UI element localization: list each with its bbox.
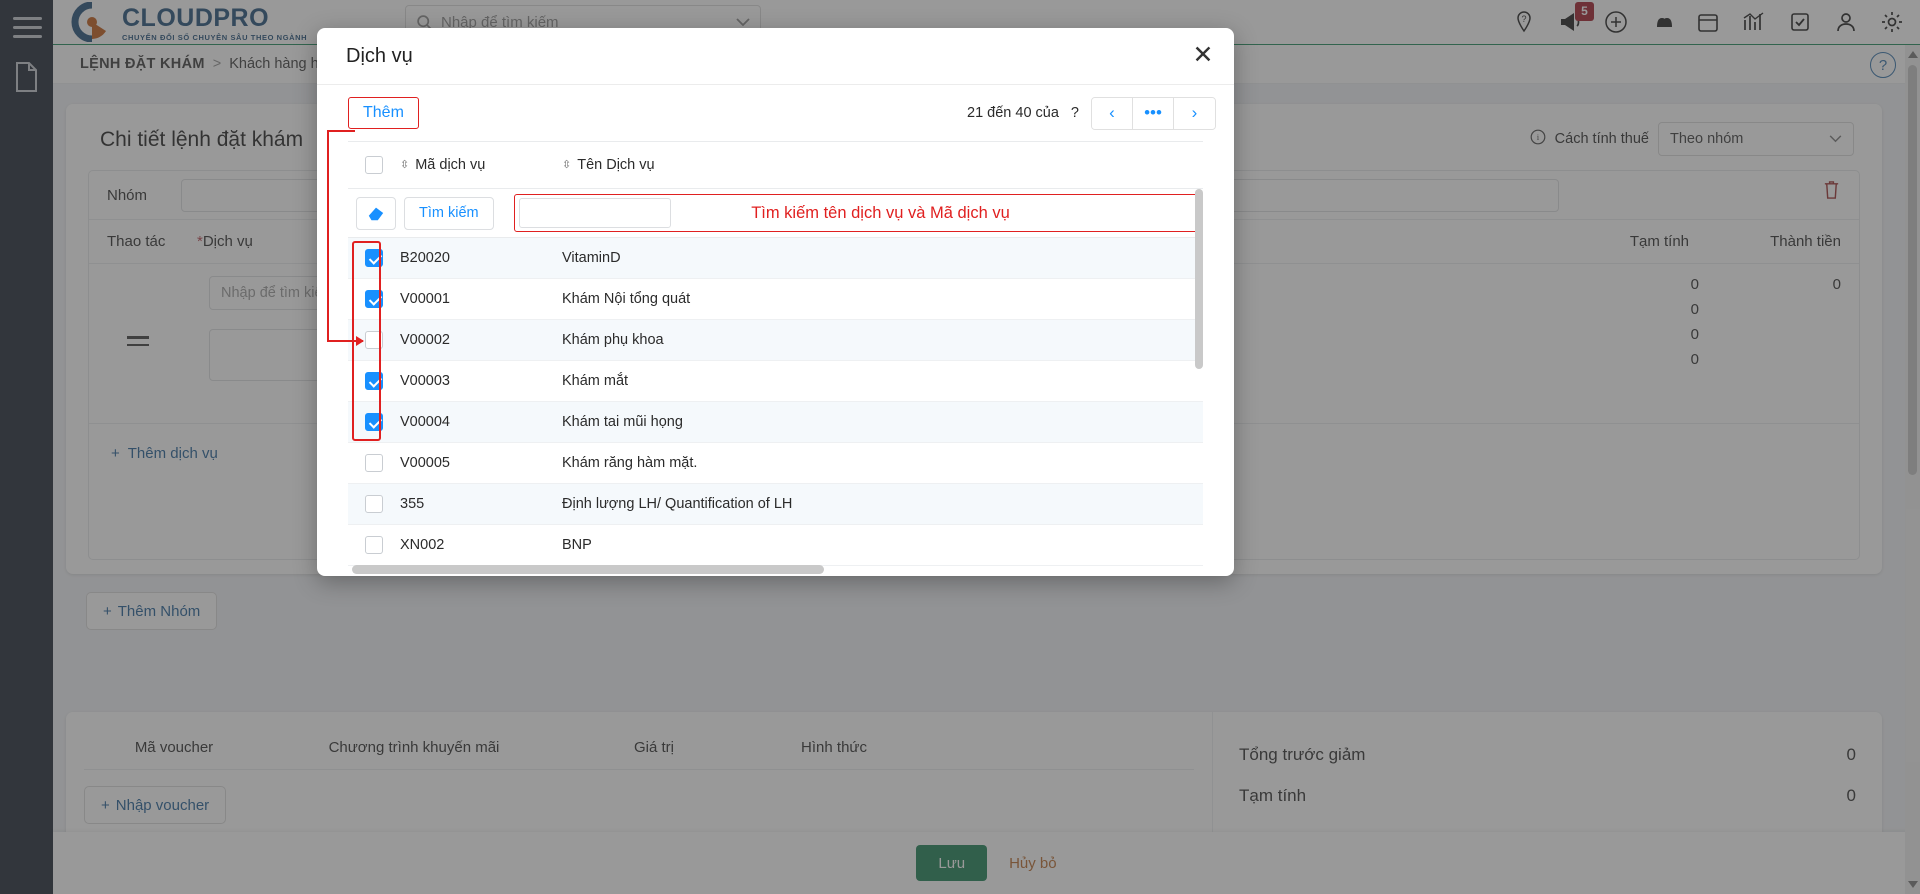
row-checkbox[interactable] bbox=[365, 290, 383, 308]
row-checkbox[interactable] bbox=[365, 536, 383, 554]
row-checkbox[interactable] bbox=[365, 331, 383, 349]
table-row[interactable]: B20020 VitaminD bbox=[348, 238, 1203, 279]
row-checkbox-cell bbox=[348, 454, 400, 472]
modal-header: Dịch vụ ✕ bbox=[317, 28, 1234, 85]
row-code: V00001 bbox=[400, 291, 450, 307]
screen-root: CLOUDPRO CHUYỂN ĐỔI SỐ CHUYÊN SÂU THEO N… bbox=[0, 0, 1920, 894]
row-name: Khám răng hàm mặt. bbox=[562, 455, 698, 471]
row-name: BNP bbox=[562, 537, 592, 553]
grid-rows: B20020 VitaminD V00001 Khám Nội tổng quá… bbox=[348, 238, 1203, 566]
filter-highlight-group: Tìm kiếm tên dịch vụ và Mã dịch vụ bbox=[514, 194, 1203, 232]
table-row[interactable]: V00002 Khám phụ khoa bbox=[348, 320, 1203, 361]
row-code: V00004 bbox=[400, 414, 450, 430]
row-code: 355 bbox=[400, 496, 425, 512]
row-checkbox[interactable] bbox=[365, 413, 383, 431]
more-pages-button[interactable]: ••• bbox=[1133, 97, 1174, 129]
row-checkbox[interactable] bbox=[365, 372, 383, 390]
table-row[interactable]: 355 Định lượng LH/ Quantification of LH bbox=[348, 484, 1203, 525]
pagination-buttons: ‹ ••• › bbox=[1091, 96, 1216, 130]
table-row[interactable]: V00005 Khám răng hàm mặt. bbox=[348, 443, 1203, 484]
select-all-cell bbox=[348, 156, 400, 174]
next-page-button[interactable]: › bbox=[1174, 97, 1215, 129]
eraser-icon[interactable] bbox=[356, 196, 396, 230]
row-checkbox[interactable] bbox=[365, 495, 383, 513]
sort-icon[interactable]: ⇳ bbox=[562, 160, 571, 171]
grid-col-code[interactable]: ⇳ Mã dịch vụ bbox=[400, 157, 562, 173]
table-row[interactable]: V00003 Khám mắt bbox=[348, 361, 1203, 402]
row-checkbox-cell bbox=[348, 495, 400, 513]
row-checkbox-cell bbox=[348, 290, 400, 308]
add-button[interactable]: Thêm bbox=[348, 97, 419, 129]
row-checkbox[interactable] bbox=[365, 454, 383, 472]
row-checkbox-cell bbox=[348, 372, 400, 390]
grid-horizontal-scrollbar[interactable] bbox=[352, 565, 824, 574]
service-picker-modal: Dịch vụ ✕ Thêm 21 đến 40 của ? ‹ ••• › ⇳… bbox=[317, 28, 1234, 576]
row-name: Khám Nội tổng quát bbox=[562, 291, 691, 307]
row-checkbox-cell bbox=[348, 536, 400, 554]
table-row[interactable]: V00001 Khám Nội tổng quát bbox=[348, 279, 1203, 320]
pagination-text: 21 đến 40 của bbox=[967, 105, 1059, 121]
row-name: Định lượng LH/ Quantification of LH bbox=[562, 496, 793, 512]
close-icon[interactable]: ✕ bbox=[1190, 43, 1216, 70]
row-code: XN002 bbox=[400, 537, 445, 553]
service-grid: ⇳ Mã dịch vụ ⇳ Tên Dịch vụ Tìm kiếm Tìm … bbox=[348, 141, 1203, 576]
modal-toolbar: Thêm 21 đến 40 của ? ‹ ••• › bbox=[317, 85, 1234, 141]
grid-col-code-label: Mã dịch vụ bbox=[415, 157, 486, 173]
prev-page-button[interactable]: ‹ bbox=[1092, 97, 1133, 129]
row-code: V00005 bbox=[400, 455, 450, 471]
code-filter-input[interactable] bbox=[519, 198, 671, 228]
modal-title: Dịch vụ bbox=[346, 44, 413, 67]
row-code: V00002 bbox=[400, 332, 450, 348]
row-name: Khám mắt bbox=[562, 373, 629, 389]
table-row[interactable]: V00004 Khám tai mũi họng bbox=[348, 402, 1203, 443]
row-checkbox-cell bbox=[348, 249, 400, 267]
pagination: 21 đến 40 của ? ‹ ••• › bbox=[967, 96, 1216, 130]
row-checkbox-cell bbox=[348, 331, 400, 349]
row-code: V00003 bbox=[400, 373, 450, 389]
grid-header: ⇳ Mã dịch vụ ⇳ Tên Dịch vụ bbox=[348, 142, 1203, 189]
row-name: VitaminD bbox=[562, 250, 621, 266]
row-checkbox[interactable] bbox=[365, 249, 383, 267]
table-row[interactable]: XN002 BNP bbox=[348, 525, 1203, 566]
grid-vertical-scrollbar[interactable] bbox=[1195, 189, 1203, 369]
row-name: Khám phụ khoa bbox=[562, 332, 664, 348]
grid-col-name-label: Tên Dịch vụ bbox=[577, 157, 655, 173]
select-all-checkbox[interactable] bbox=[365, 156, 383, 174]
row-code: B20020 bbox=[400, 250, 450, 266]
search-button[interactable]: Tìm kiếm bbox=[404, 196, 494, 230]
row-name: Khám tai mũi họng bbox=[562, 414, 683, 430]
row-checkbox-cell bbox=[348, 413, 400, 431]
grid-filter-row: Tìm kiếm Tìm kiếm tên dịch vụ và Mã dịch… bbox=[348, 189, 1203, 238]
pagination-total: ? bbox=[1070, 105, 1079, 121]
sort-icon[interactable]: ⇳ bbox=[400, 160, 409, 171]
annotation-text: Tìm kiếm tên dịch vụ và Mã dịch vụ bbox=[751, 203, 1010, 222]
grid-col-name[interactable]: ⇳ Tên Dịch vụ bbox=[562, 157, 1203, 173]
